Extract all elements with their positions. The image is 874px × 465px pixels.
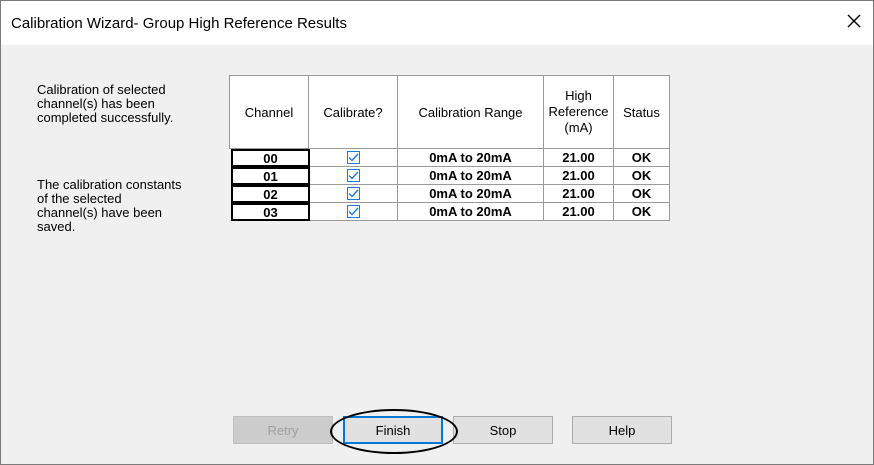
header-status: Status	[613, 75, 670, 149]
window-title: Calibration Wizard- Group High Reference…	[11, 15, 347, 32]
stop-button[interactable]: Stop	[453, 416, 553, 444]
range-cell: 0mA to 20mA	[398, 167, 544, 185]
status-cell: OK	[614, 185, 670, 203]
high-ref-cell: 21.00	[544, 149, 614, 167]
calibrate-checkbox[interactable]	[347, 169, 360, 182]
header-calibrate: Calibrate?	[308, 75, 398, 149]
dialog-content: Calibration of selected channel(s) has b…	[1, 45, 873, 464]
checkmark-icon	[348, 171, 359, 180]
calibrate-cell	[310, 167, 398, 185]
header-calibration-range: Calibration Range	[397, 75, 544, 149]
header-high-reference: High Reference (mA)	[543, 75, 614, 149]
help-button[interactable]: Help	[572, 416, 672, 444]
calibrate-cell	[310, 149, 398, 167]
status-cell: OK	[614, 149, 670, 167]
calibrate-checkbox[interactable]	[347, 151, 360, 164]
channel-cell[interactable]: 01	[231, 167, 310, 185]
range-cell: 0mA to 20mA	[398, 149, 544, 167]
header-channel: Channel	[229, 75, 309, 149]
retry-button[interactable]: Retry	[233, 416, 333, 444]
title-bar: Calibration Wizard- Group High Reference…	[1, 1, 873, 45]
calibrate-checkbox[interactable]	[347, 187, 360, 200]
calibrate-cell	[310, 185, 398, 203]
finish-button[interactable]: Finish	[343, 416, 443, 444]
checkmark-icon	[348, 207, 359, 216]
range-cell: 0mA to 20mA	[398, 185, 544, 203]
success-message: Calibration of selected channel(s) has b…	[37, 82, 174, 125]
high-ref-cell: 21.00	[544, 203, 614, 221]
close-icon[interactable]	[844, 11, 864, 31]
high-ref-cell: 21.00	[544, 185, 614, 203]
channel-cell[interactable]: 03	[231, 203, 310, 221]
status-cell: OK	[614, 167, 670, 185]
checkmark-icon	[348, 189, 359, 198]
calibrate-checkbox[interactable]	[347, 205, 360, 218]
calibrate-cell	[310, 203, 398, 221]
channel-cell[interactable]: 00	[231, 149, 310, 167]
high-ref-cell: 21.00	[544, 167, 614, 185]
range-cell: 0mA to 20mA	[398, 203, 544, 221]
checkmark-icon	[348, 153, 359, 162]
saved-message: The calibration constants of the selecte…	[37, 177, 182, 234]
status-cell: OK	[614, 203, 670, 221]
channel-cell[interactable]: 02	[231, 185, 310, 203]
calibration-wizard-window: Calibration Wizard- Group High Reference…	[0, 0, 874, 465]
